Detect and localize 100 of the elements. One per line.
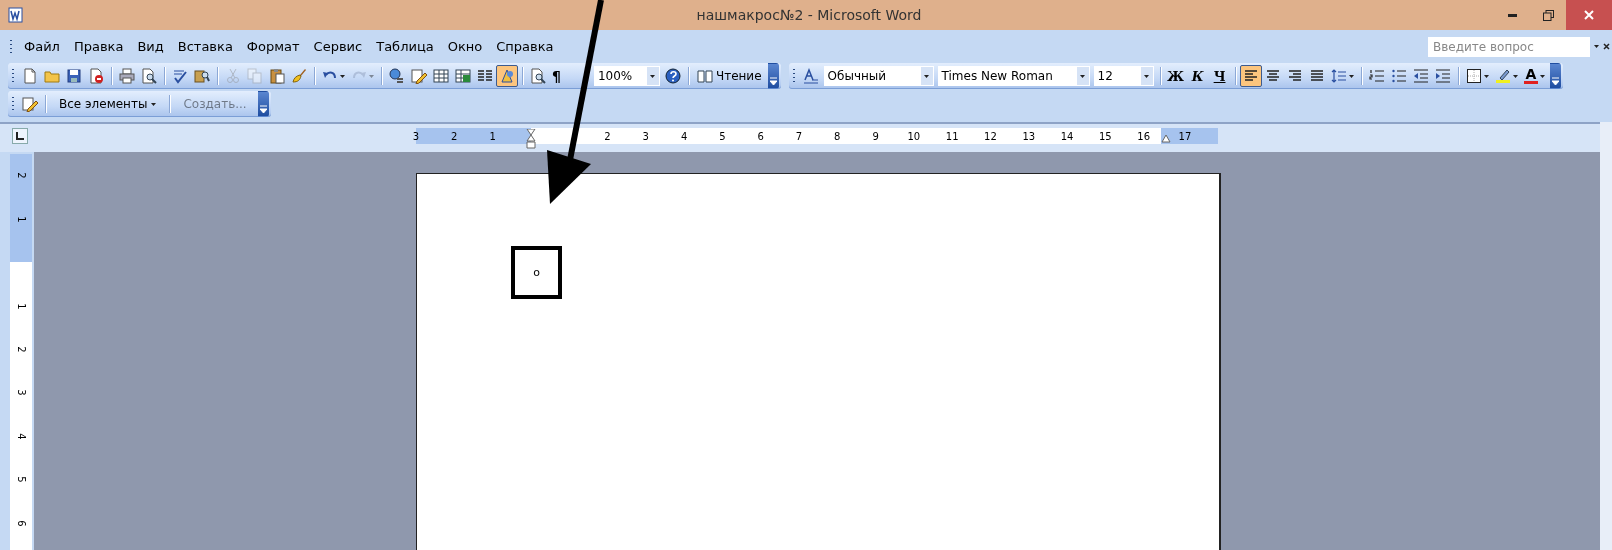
scroll-bar[interactable] (1600, 152, 1612, 550)
caret-icon (369, 74, 374, 78)
chevron-icon (259, 105, 267, 113)
dropdown-field[interactable]: Times New Roman (937, 66, 1090, 86)
close-icon[interactable] (1603, 43, 1610, 50)
ruler-number: 11 (945, 130, 959, 142)
indent-marker-icon[interactable] (525, 129, 536, 149)
caret-icon (1144, 74, 1150, 78)
menu-item[interactable]: Формат (239, 36, 307, 57)
book-magnifier-icon (194, 68, 210, 84)
border-grid-icon (1465, 68, 1482, 84)
line-spacing-icon (1330, 68, 1347, 84)
menu-item[interactable]: Вставка (170, 36, 240, 57)
ruler-number: 1 (15, 302, 27, 310)
menu-item[interactable]: Правка (66, 36, 131, 57)
outdent-icon (1412, 68, 1429, 84)
dropdown-field[interactable]: 100% (593, 66, 660, 86)
ruler-number: 17 (1178, 130, 1192, 142)
dropdown-field[interactable]: 12 (1093, 66, 1154, 86)
ruler-number: 2 (15, 172, 27, 180)
caret-icon (1594, 45, 1599, 48)
left-tab-icon (16, 132, 24, 140)
ruler-number: 15 (1099, 130, 1112, 142)
ruler-number: 6 (757, 130, 764, 142)
minimize-icon (1507, 13, 1517, 17)
font-color-button[interactable]: A (1520, 65, 1549, 87)
ruler-number: 1 (489, 130, 496, 142)
ruler-number: 4 (680, 130, 688, 142)
pencil-page-icon (411, 68, 427, 84)
right-indent-marker-icon[interactable] (1160, 135, 1171, 143)
caret-icon (1512, 74, 1518, 78)
caret-icon (1348, 74, 1354, 78)
copy-pages-icon (247, 68, 263, 84)
menu-item[interactable]: Файл (17, 36, 67, 57)
align-right-icon (1286, 68, 1303, 84)
styles-icon (802, 68, 819, 84)
chevron-icon (1552, 77, 1560, 85)
toolbar-button[interactable] (1239, 65, 1262, 87)
menu-item[interactable]: Таблица (369, 36, 441, 57)
caret-icon (340, 74, 345, 78)
columns-icon (477, 68, 493, 84)
ruler-number: 2 (15, 346, 27, 353)
caret-icon (1540, 74, 1546, 78)
menu-item[interactable]: Сервис (306, 36, 370, 57)
ruler-number: 3 (15, 389, 27, 397)
window-title: нашмакрос№2 - Microsoft Word (695, 7, 923, 23)
dropdown-field[interactable]: Обычный (823, 66, 934, 86)
dropdown-button[interactable]: Все элементы (50, 93, 166, 115)
chevron-icon (769, 77, 777, 85)
ruler-number: 7 (795, 130, 803, 142)
reading-button[interactable]: Чтение (692, 65, 766, 87)
ruler-number: 1 (15, 216, 27, 223)
ruler-number: 5 (719, 130, 726, 142)
ruler-number: 3 (412, 130, 420, 142)
restore-icon (1542, 9, 1554, 21)
paintbrush-icon (291, 68, 307, 84)
pencil-page-icon (22, 96, 38, 112)
pilcrow-button[interactable]: ¶ (549, 68, 564, 84)
page-magnifier-icon (141, 68, 157, 84)
table-grid-icon (433, 68, 449, 84)
folder-icon (44, 68, 60, 84)
ruler-number: 5 (15, 476, 27, 483)
ruler-number: 3 (642, 130, 649, 142)
ruler-number: 4 (15, 433, 27, 440)
ruler-number: 13 (1022, 130, 1036, 142)
menu-item[interactable]: Справка (489, 36, 561, 57)
scissors-icon (225, 68, 241, 84)
page-icon (22, 68, 38, 84)
document-icon (8, 7, 24, 23)
ruler-number: 14 (1060, 130, 1074, 142)
toolbar-options-button[interactable] (257, 91, 269, 117)
question-field[interactable]: Введите вопрос (1428, 36, 1590, 57)
menu-item[interactable]: Вид (130, 36, 171, 57)
open-book-icon (696, 68, 713, 84)
tab-stop-selector[interactable] (12, 128, 28, 144)
format-button[interactable]: Ж (1164, 65, 1187, 87)
globe-link-icon (389, 68, 405, 84)
help-icon (664, 68, 681, 84)
highlighter-icon (1494, 68, 1511, 84)
ruler-number: 2 (451, 130, 458, 142)
check-mark-icon (172, 68, 188, 84)
clipboard-icon (269, 68, 285, 84)
ruler-number: 2 (604, 130, 611, 142)
format-button[interactable]: Ч (1208, 65, 1231, 87)
scroll-bar[interactable] (1600, 122, 1612, 152)
align-left-icon (1242, 68, 1259, 84)
close-button[interactable] (1566, 0, 1612, 30)
drawing-shapes-icon (499, 68, 515, 84)
format-button[interactable]: К (1186, 65, 1209, 87)
text-box-text: о (533, 266, 540, 279)
caret-icon (1080, 74, 1086, 78)
indent-icon (1434, 68, 1451, 84)
toolbar-options-button[interactable] (767, 63, 779, 89)
bulleted-list-icon (1390, 68, 1407, 84)
ruler-number: 9 (872, 130, 879, 142)
menu-item[interactable]: Окно (440, 36, 490, 57)
ruler-number: 10 (907, 130, 921, 142)
toolbar-options-button[interactable] (1550, 63, 1562, 89)
ruler-number: 8 (834, 130, 841, 142)
ruler-number: 12 (984, 130, 997, 142)
